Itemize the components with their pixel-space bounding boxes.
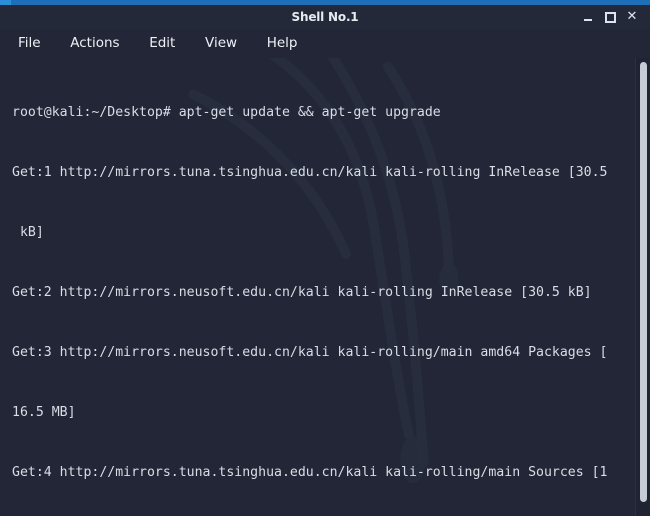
terminal-line: Get:4 http://mirrors.tuna.tsinghua.edu.c… xyxy=(12,465,608,480)
close-button[interactable]: ✕ xyxy=(622,5,642,29)
terminal-line: Get:3 http://mirrors.neusoft.edu.cn/kali… xyxy=(12,345,608,360)
terminal-line: root@kali:~/Desktop# apt-get update && a… xyxy=(12,105,441,120)
terminal-line: 16.5 MB] xyxy=(12,405,76,420)
window-title: Shell No.1 xyxy=(291,10,359,24)
maximize-icon xyxy=(604,11,616,23)
menu-item-help[interactable]: Help xyxy=(257,29,308,58)
vertical-scrollbar-thumb[interactable] xyxy=(640,62,647,502)
vertical-scrollbar-track[interactable] xyxy=(635,58,650,516)
minimize-button[interactable] xyxy=(578,5,598,29)
menu-item-edit[interactable]: Edit xyxy=(139,29,185,58)
menubar: File Actions Edit View Help xyxy=(0,29,650,58)
maximize-button[interactable] xyxy=(600,5,620,29)
terminal-line: Get:1 http://mirrors.tuna.tsinghua.edu.c… xyxy=(12,165,608,180)
terminal-line: Get:2 http://mirrors.neusoft.edu.cn/kali… xyxy=(12,285,592,300)
menu-item-actions[interactable]: Actions xyxy=(60,29,129,58)
minimize-icon xyxy=(584,18,592,21)
terminal-line: kB] xyxy=(12,225,44,240)
menu-item-file[interactable]: File xyxy=(8,29,51,58)
terminal-output-area[interactable]: root@kali:~/Desktop# apt-get update && a… xyxy=(0,58,650,516)
terminal-window: Shell No.1 ✕ File Actions Edit View Help xyxy=(0,0,650,516)
terminal-text: root@kali:~/Desktop# apt-get update && a… xyxy=(12,63,612,516)
titlebar[interactable]: Shell No.1 ✕ xyxy=(0,5,650,29)
menu-item-view[interactable]: View xyxy=(195,29,247,58)
